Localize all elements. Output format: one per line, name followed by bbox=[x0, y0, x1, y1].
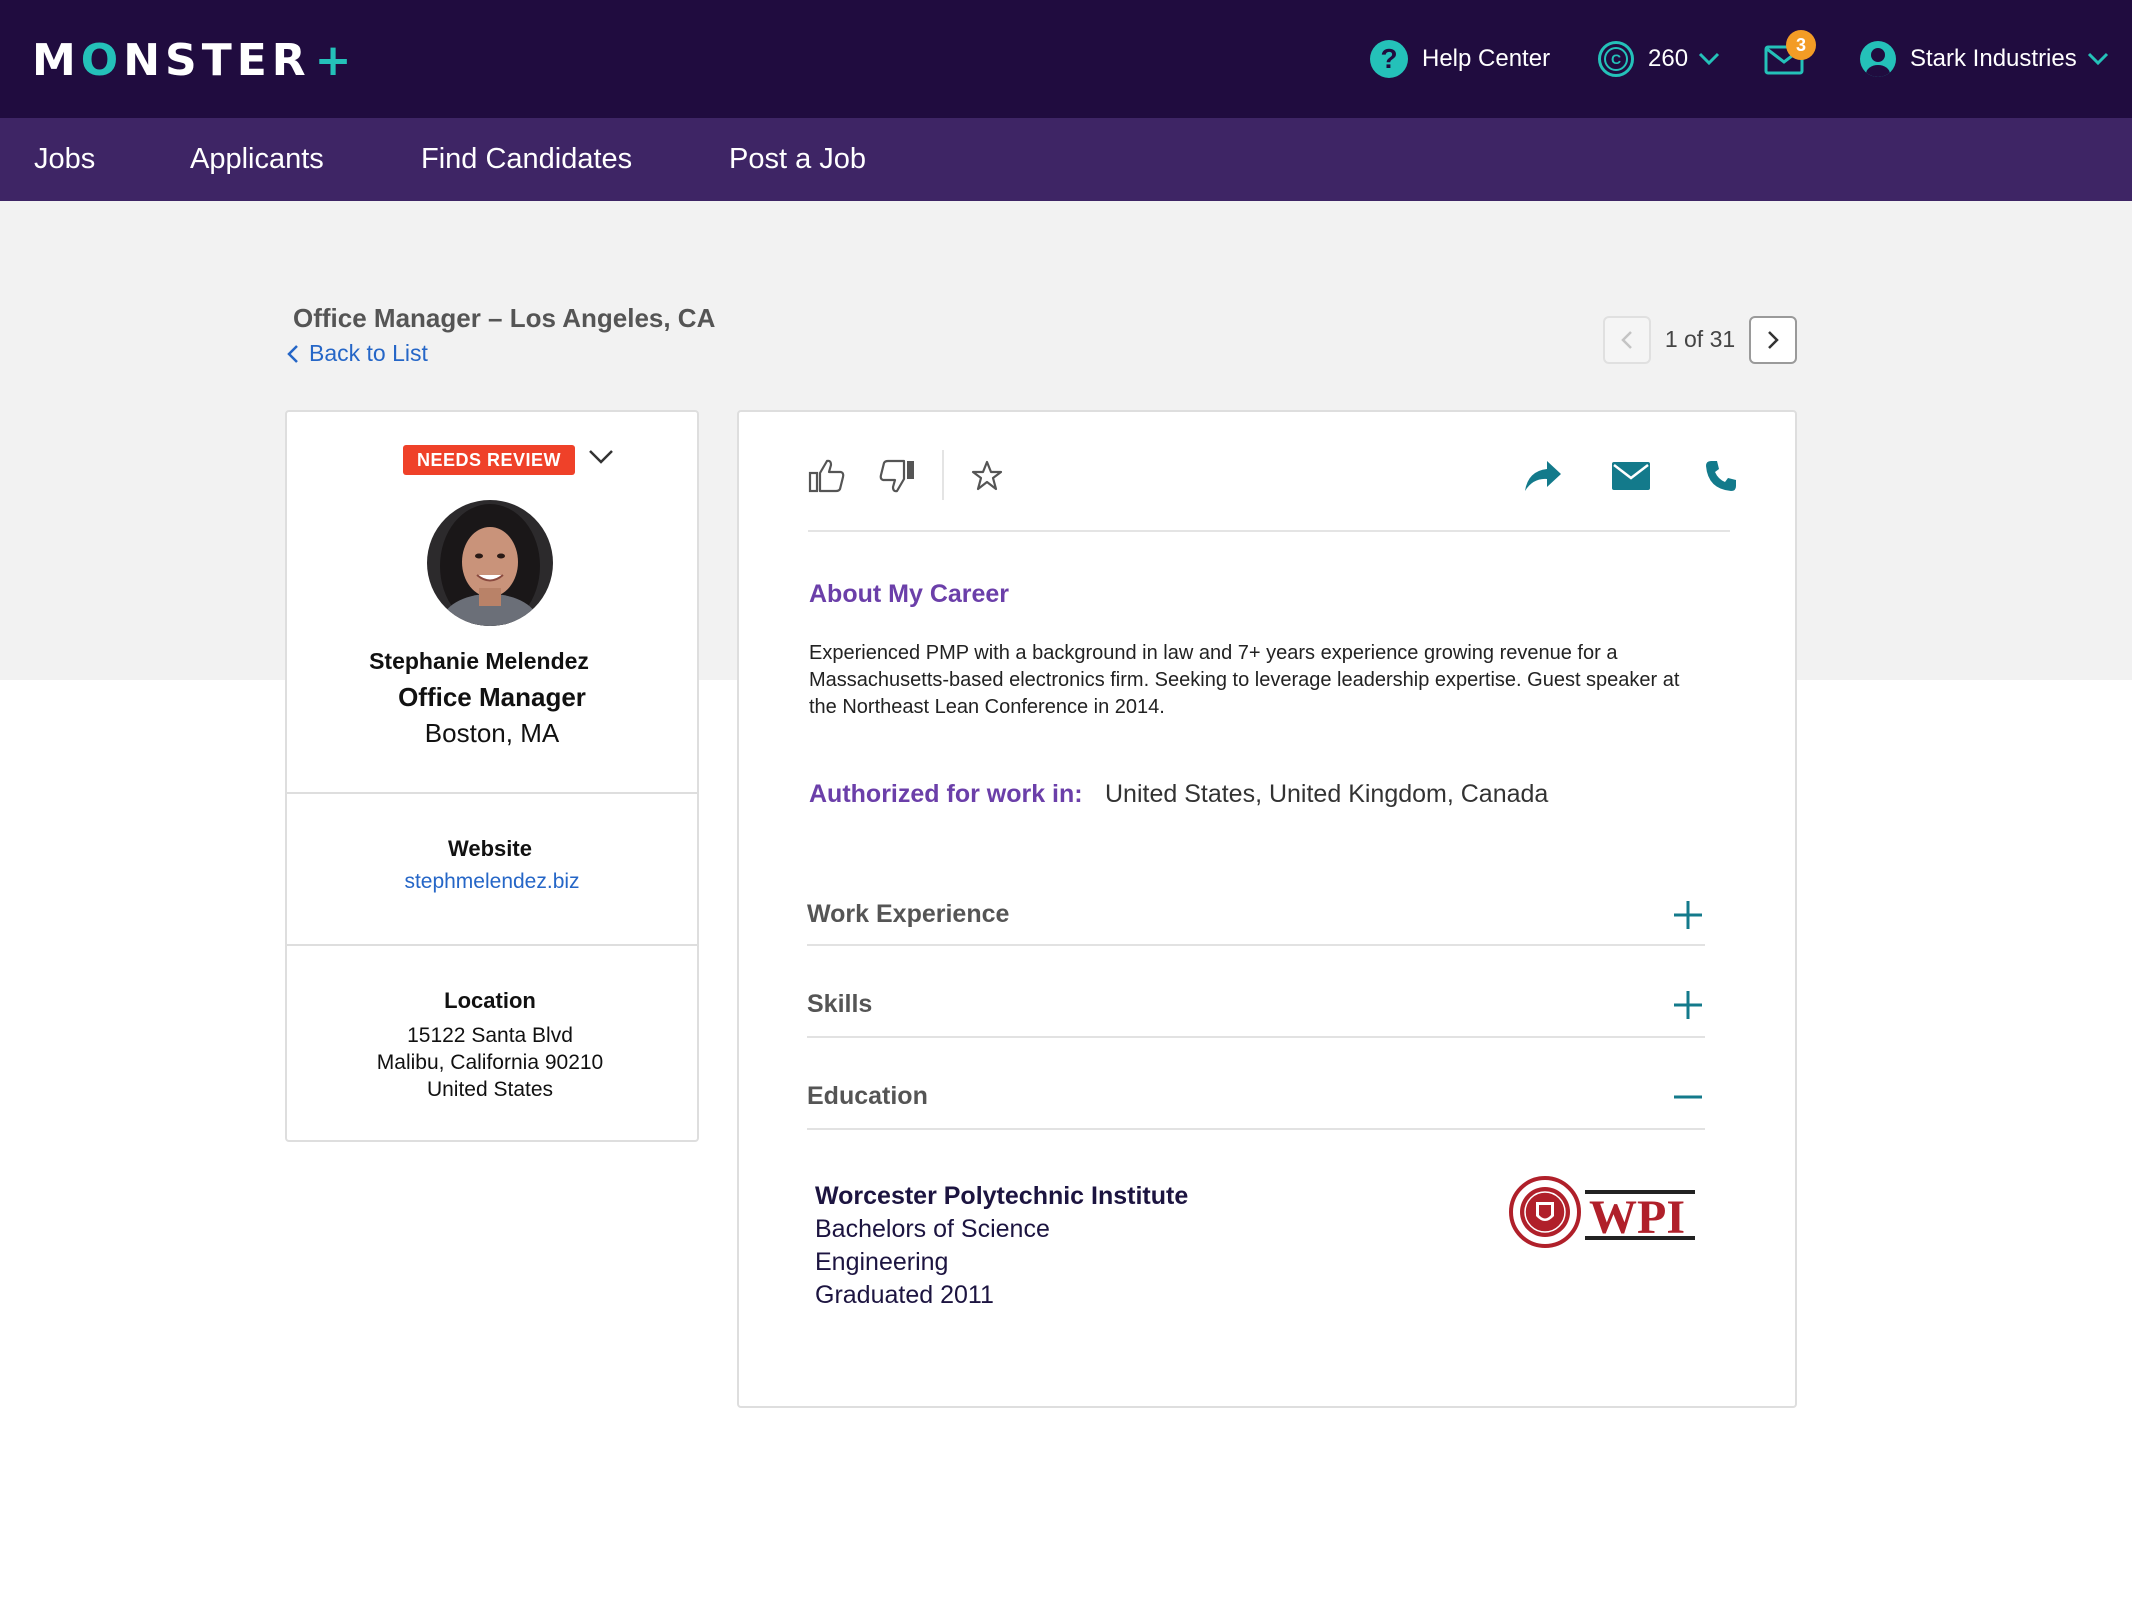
help-center-label: Help Center bbox=[1422, 45, 1551, 72]
about-heading: About My Career bbox=[809, 580, 1010, 608]
back-to-list-label: Back to List bbox=[309, 340, 428, 366]
monster-logo[interactable]: M O NSTER + bbox=[32, 34, 357, 86]
thumbs-down-icon bbox=[879, 459, 914, 493]
thumbs-down-button[interactable] bbox=[877, 456, 917, 496]
back-to-list-link[interactable]: Back to List bbox=[287, 340, 428, 367]
logo-plus: + bbox=[314, 34, 357, 86]
mail-count-badge: 3 bbox=[1786, 30, 1816, 60]
location-heading: Location bbox=[444, 988, 536, 1013]
work-experience-label: Work Experience bbox=[807, 900, 1010, 928]
plus-icon[interactable] bbox=[1671, 898, 1705, 932]
accordion-divider bbox=[807, 1128, 1705, 1130]
chevron-down-icon bbox=[2087, 52, 2108, 66]
wpi-logo: WPI bbox=[1507, 1172, 1701, 1250]
authorized-label: Authorized for work in: bbox=[809, 780, 1083, 808]
chevron-down-icon[interactable] bbox=[587, 448, 615, 466]
website-heading: Website bbox=[448, 836, 532, 861]
star-icon bbox=[971, 460, 1003, 491]
divider bbox=[287, 792, 697, 794]
wpi-logo-text: WPI bbox=[1589, 1191, 1685, 1244]
toolbar-divider bbox=[808, 530, 1730, 532]
accordion-divider bbox=[807, 1036, 1705, 1038]
accordion-work-experience[interactable]: Work Experience bbox=[807, 870, 1705, 960]
education-label: Education bbox=[807, 1082, 928, 1110]
email-icon bbox=[1612, 462, 1650, 490]
authorized-value: United States, United Kingdom, Canada bbox=[1105, 780, 1549, 808]
candidate-avatar bbox=[427, 500, 553, 626]
toolbar-separator bbox=[942, 450, 944, 500]
chevron-right-icon bbox=[1768, 331, 1779, 349]
chevron-left-icon bbox=[287, 344, 298, 363]
candidate-summary-card: NEEDS REVIEW Stephanie Melendez Office M… bbox=[285, 410, 699, 1142]
nav-applicants[interactable]: Applicants bbox=[190, 118, 324, 201]
candidate-profile-card: About My Career Experienced PMP with a b… bbox=[737, 410, 1797, 1408]
address-line-2: Malibu, California 90210 bbox=[376, 1051, 604, 1074]
favorite-button[interactable] bbox=[967, 456, 1007, 496]
minus-icon[interactable] bbox=[1671, 1080, 1705, 1114]
nav-post-a-job[interactable]: Post a Job bbox=[729, 118, 866, 201]
account-dropdown[interactable]: Stark Industries bbox=[1860, 0, 2109, 118]
logo-letters: NSTER bbox=[123, 34, 311, 86]
accordion-divider bbox=[807, 944, 1705, 946]
logo-letter-m: M bbox=[32, 34, 81, 86]
chevron-down-icon bbox=[1698, 52, 1720, 66]
skills-label: Skills bbox=[807, 990, 873, 1018]
email-candidate-button[interactable] bbox=[1611, 456, 1651, 496]
call-candidate-button[interactable] bbox=[1701, 456, 1741, 496]
education-school: Worcester Polytechnic Institute bbox=[815, 1182, 1189, 1210]
messages-button[interactable]: 3 bbox=[1764, 0, 1816, 118]
candidate-role: Office Manager bbox=[398, 682, 586, 712]
previous-candidate-button[interactable] bbox=[1603, 316, 1651, 364]
job-title: Office Manager – Los Angeles, CA bbox=[293, 303, 716, 333]
top-bar: M O NSTER + ? Help Center C 260 3 Stark Ind… bbox=[0, 0, 2132, 118]
chevron-left-icon bbox=[1621, 331, 1632, 349]
candidate-name: Stephanie Melendez bbox=[369, 648, 589, 674]
education-graduated: Graduated 2011 bbox=[815, 1281, 994, 1309]
thumbs-up-icon bbox=[808, 459, 845, 493]
nav-find-candidates[interactable]: Find Candidates bbox=[421, 118, 632, 201]
help-icon: ? bbox=[1370, 40, 1408, 78]
thumbs-up-button[interactable] bbox=[807, 456, 847, 496]
about-text: Experienced PMP with a background in law… bbox=[809, 642, 1680, 718]
account-name: Stark Industries bbox=[1910, 45, 2077, 72]
address-line-3: United States bbox=[426, 1078, 554, 1101]
share-button[interactable] bbox=[1523, 456, 1563, 496]
nav-jobs[interactable]: Jobs bbox=[34, 118, 95, 201]
credits-dropdown[interactable]: C 260 bbox=[1598, 0, 1720, 118]
plus-icon[interactable] bbox=[1671, 988, 1705, 1022]
share-icon bbox=[1525, 461, 1561, 491]
credits-icon: C bbox=[1598, 41, 1634, 77]
candidate-location: Boston, MA bbox=[424, 718, 560, 748]
main-nav: Jobs Applicants Find Candidates Post a J… bbox=[0, 118, 2132, 201]
status-badge[interactable]: NEEDS REVIEW bbox=[403, 445, 576, 475]
phone-icon bbox=[1706, 461, 1736, 491]
help-center-link[interactable]: ? Help Center bbox=[1370, 0, 1550, 118]
next-candidate-button[interactable] bbox=[1749, 316, 1797, 364]
account-icon bbox=[1860, 41, 1896, 77]
pager-count: 1 of 31 bbox=[1664, 326, 1736, 352]
website-link[interactable]: stephmelendez.biz bbox=[287, 870, 697, 894]
education-degree: Bachelors of Science bbox=[815, 1215, 1050, 1243]
education-field: Engineering bbox=[815, 1248, 949, 1276]
credits-value: 260 bbox=[1648, 45, 1689, 72]
logo-letter-o: O bbox=[80, 34, 124, 86]
divider bbox=[287, 944, 697, 946]
address-line-1: 15122 Santa Blvd bbox=[407, 1024, 573, 1047]
